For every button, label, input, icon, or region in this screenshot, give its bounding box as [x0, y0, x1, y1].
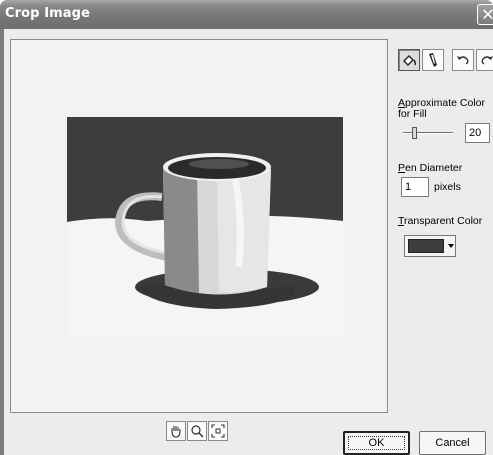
approx-color-slider[interactable]	[401, 126, 455, 139]
color-swatch	[408, 239, 444, 253]
close-button[interactable]: ✕	[477, 4, 493, 25]
pen-diameter-input[interactable]: 1	[401, 177, 429, 197]
paint-bucket-icon	[403, 55, 417, 66]
pen-units-label: pixels	[434, 181, 461, 193]
frame-edge	[0, 29, 4, 455]
zoom-icon	[191, 425, 204, 438]
mug-image	[67, 153, 343, 337]
chevron-down-icon	[448, 244, 454, 248]
window-title: Crop Image	[5, 6, 90, 21]
approx-color-input[interactable]: 20	[465, 123, 490, 143]
image-preview[interactable]	[67, 117, 343, 337]
pan-hand-icon	[171, 426, 181, 438]
fill-tool-button[interactable]	[398, 49, 420, 71]
transparent-color-picker[interactable]	[404, 235, 456, 257]
undo-icon	[457, 56, 469, 65]
pen-diameter-label: Pen Diameter	[398, 162, 463, 174]
fit-icon	[211, 424, 225, 438]
title-bar: Crop Image	[0, 0, 493, 29]
redo-icon	[481, 56, 493, 65]
ok-button[interactable]: OK	[343, 431, 410, 455]
zoom-button[interactable]	[187, 421, 207, 441]
undo-button[interactable]	[452, 49, 474, 71]
ok-label: OK	[368, 437, 385, 449]
slider-thumb[interactable]	[411, 127, 417, 139]
cancel-label: Cancel	[435, 437, 470, 449]
cancel-button[interactable]: Cancel	[419, 431, 486, 455]
fit-button[interactable]	[208, 421, 228, 441]
approx-color-label-line2: for Fill	[398, 108, 427, 120]
pen-icon	[429, 53, 437, 67]
redo-button[interactable]	[476, 49, 493, 71]
transparent-color-label: Transparent Color	[398, 215, 483, 227]
pen-tool-button[interactable]	[422, 49, 444, 71]
pan-button[interactable]	[166, 421, 186, 441]
